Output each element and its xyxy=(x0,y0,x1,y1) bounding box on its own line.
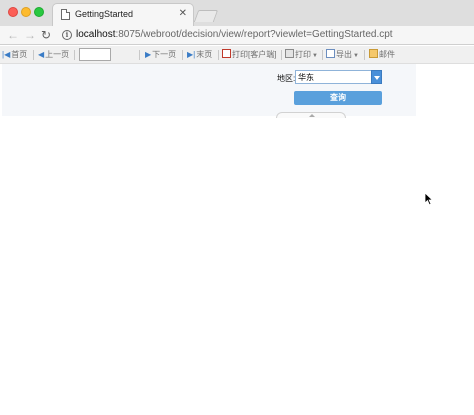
last-page-button[interactable]: ▶|末页 xyxy=(187,46,212,64)
export-label: 导出 xyxy=(336,50,352,59)
chevron-down-icon: ▼ xyxy=(353,53,359,59)
forward-arrow-icon[interactable]: → xyxy=(24,27,36,43)
mouse-cursor-icon xyxy=(424,192,434,206)
region-combobox[interactable]: 华东 xyxy=(295,70,382,84)
toolbar-divider xyxy=(322,50,323,60)
next-page-button[interactable]: ▶下一页 xyxy=(145,46,176,64)
export-icon xyxy=(326,49,335,59)
next-page-label: 下一页 xyxy=(152,50,177,59)
mail-icon xyxy=(369,49,378,59)
dropdown-arrow-icon[interactable] xyxy=(371,70,382,84)
prev-page-icon: ◀ xyxy=(38,50,45,59)
browser-tab[interactable]: GettingStarted ✕ xyxy=(52,3,194,26)
page-number-input[interactable] xyxy=(79,48,111,61)
print-label: 打印 xyxy=(295,50,311,59)
close-icon[interactable]: ✕ xyxy=(179,8,187,19)
print-client-label: 打印[客户端] xyxy=(232,50,277,59)
prev-page-button[interactable]: ◀上一页 xyxy=(38,46,69,64)
export-button[interactable]: 导出▼ xyxy=(326,46,359,64)
tab-title: GettingStarted xyxy=(75,9,134,19)
first-page-icon: |◀ xyxy=(2,50,11,59)
address-url[interactable]: localhost:8075/webroot/decision/view/rep… xyxy=(76,29,393,40)
reload-icon[interactable]: ↻ xyxy=(41,27,51,43)
last-page-icon: ▶| xyxy=(187,50,196,59)
window-close-button[interactable] xyxy=(8,7,18,17)
query-button[interactable]: 查询 xyxy=(294,91,382,105)
print-client-button[interactable]: 打印[客户端] xyxy=(222,46,276,64)
window-minimize-button[interactable] xyxy=(21,7,31,17)
first-page-label: 首页 xyxy=(11,50,28,59)
url-path: :8075/webroot/decision/view/report?viewl… xyxy=(115,29,393,40)
last-page-label: 末页 xyxy=(196,50,213,59)
chevron-down-icon: ▼ xyxy=(312,53,318,59)
toolbar-divider xyxy=(139,50,140,60)
mail-button[interactable]: 邮件 xyxy=(369,46,395,64)
region-label: 地区: xyxy=(277,74,296,83)
region-value: 华东 xyxy=(298,73,314,82)
next-page-icon: ▶ xyxy=(145,50,152,59)
first-page-button[interactable]: |◀首页 xyxy=(2,46,27,64)
back-arrow-icon[interactable]: ← xyxy=(7,27,19,43)
toolbar-divider xyxy=(74,50,75,60)
mail-label: 邮件 xyxy=(379,50,395,59)
printer-icon xyxy=(285,49,294,59)
pdf-print-icon xyxy=(222,49,231,59)
browser-titlebar: GettingStarted ✕ xyxy=(0,0,474,26)
toolbar-divider xyxy=(364,50,365,60)
toolbar-divider xyxy=(33,50,34,60)
toolbar-divider xyxy=(218,50,219,60)
toolbar-divider xyxy=(281,50,282,60)
address-bar-row: ← → ↻ i localhost:8075/webroot/decision/… xyxy=(0,26,474,45)
url-host: localhost xyxy=(76,29,116,40)
prev-page-label: 上一页 xyxy=(45,50,70,59)
toolbar-divider xyxy=(182,50,183,60)
document-icon xyxy=(61,9,70,20)
report-toolbar: |◀首页 ◀上一页 ▶下一页 ▶|末页 打印[客户端] 打印▼ 导出▼ 邮件 xyxy=(0,46,474,64)
window-maximize-button[interactable] xyxy=(34,7,44,17)
collapse-parameter-pane-handle[interactable] xyxy=(276,112,346,118)
info-icon[interactable]: i xyxy=(62,30,72,40)
new-tab-button[interactable] xyxy=(193,10,219,22)
print-button[interactable]: 打印▼ xyxy=(285,46,318,64)
